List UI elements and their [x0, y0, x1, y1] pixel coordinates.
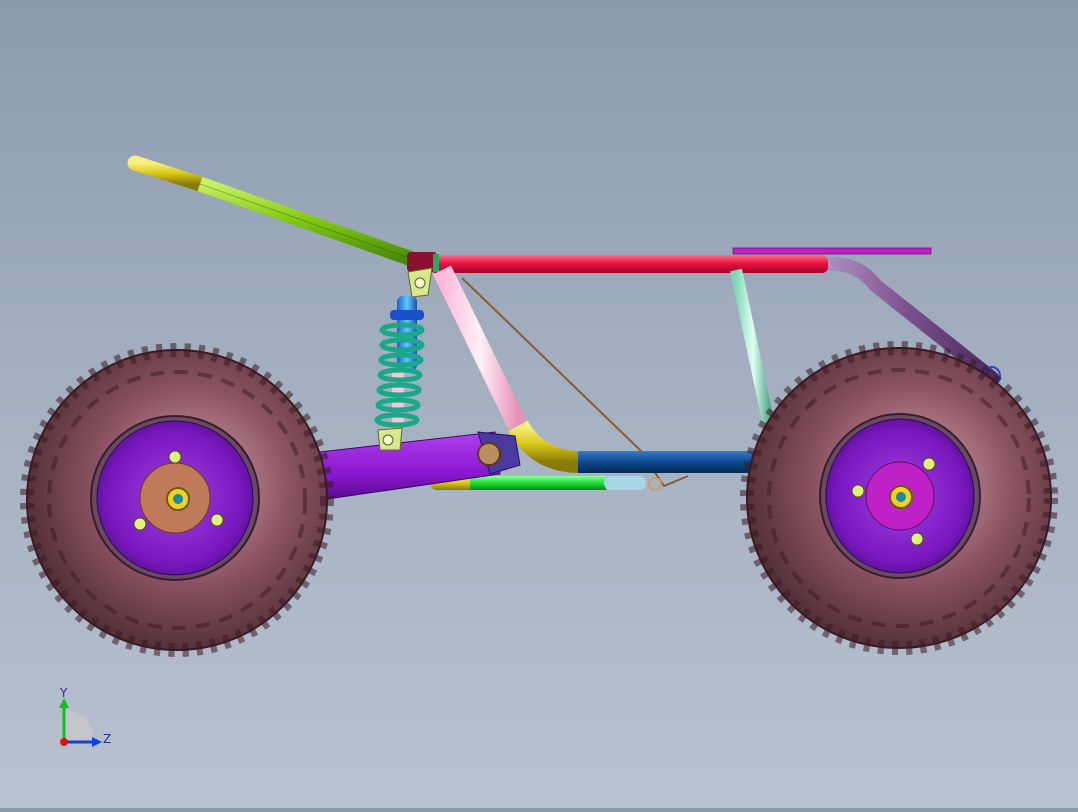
head-joint [407, 252, 437, 272]
y-axis-label: Y [60, 686, 68, 700]
shock-absorber [374, 267, 433, 451]
z-axis-label: Z [103, 732, 112, 746]
lower-tube [578, 451, 760, 473]
cad-viewport[interactable] [0, 0, 1078, 808]
seat-plate [732, 247, 932, 255]
rear-wheel [740, 341, 1058, 655]
front-diagonal-tube [433, 265, 527, 431]
top-tube [430, 255, 828, 273]
pivot-bolt [477, 442, 501, 466]
rear-upright-tube [730, 268, 776, 432]
front-wheel [20, 343, 334, 657]
orientation-triad[interactable]: Y Z [48, 686, 128, 756]
bend-tube [508, 420, 581, 473]
kart-frame-model [20, 155, 1058, 657]
seat-tube [127, 155, 415, 267]
